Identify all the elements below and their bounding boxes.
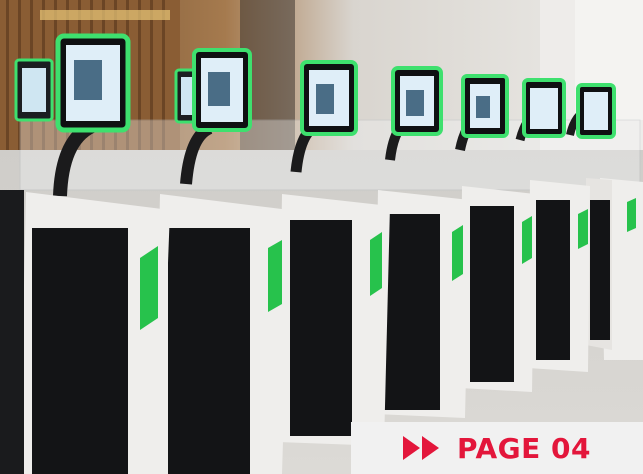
egate-photo <box>0 0 643 474</box>
double-chevron-right-icon <box>403 436 441 460</box>
page-number-label: PAGE 04 <box>457 431 591 465</box>
photo-scene: PAGE 04 <box>0 0 643 474</box>
green-arrow-sign-icon <box>140 246 158 330</box>
page-badge: PAGE 04 <box>351 422 643 474</box>
